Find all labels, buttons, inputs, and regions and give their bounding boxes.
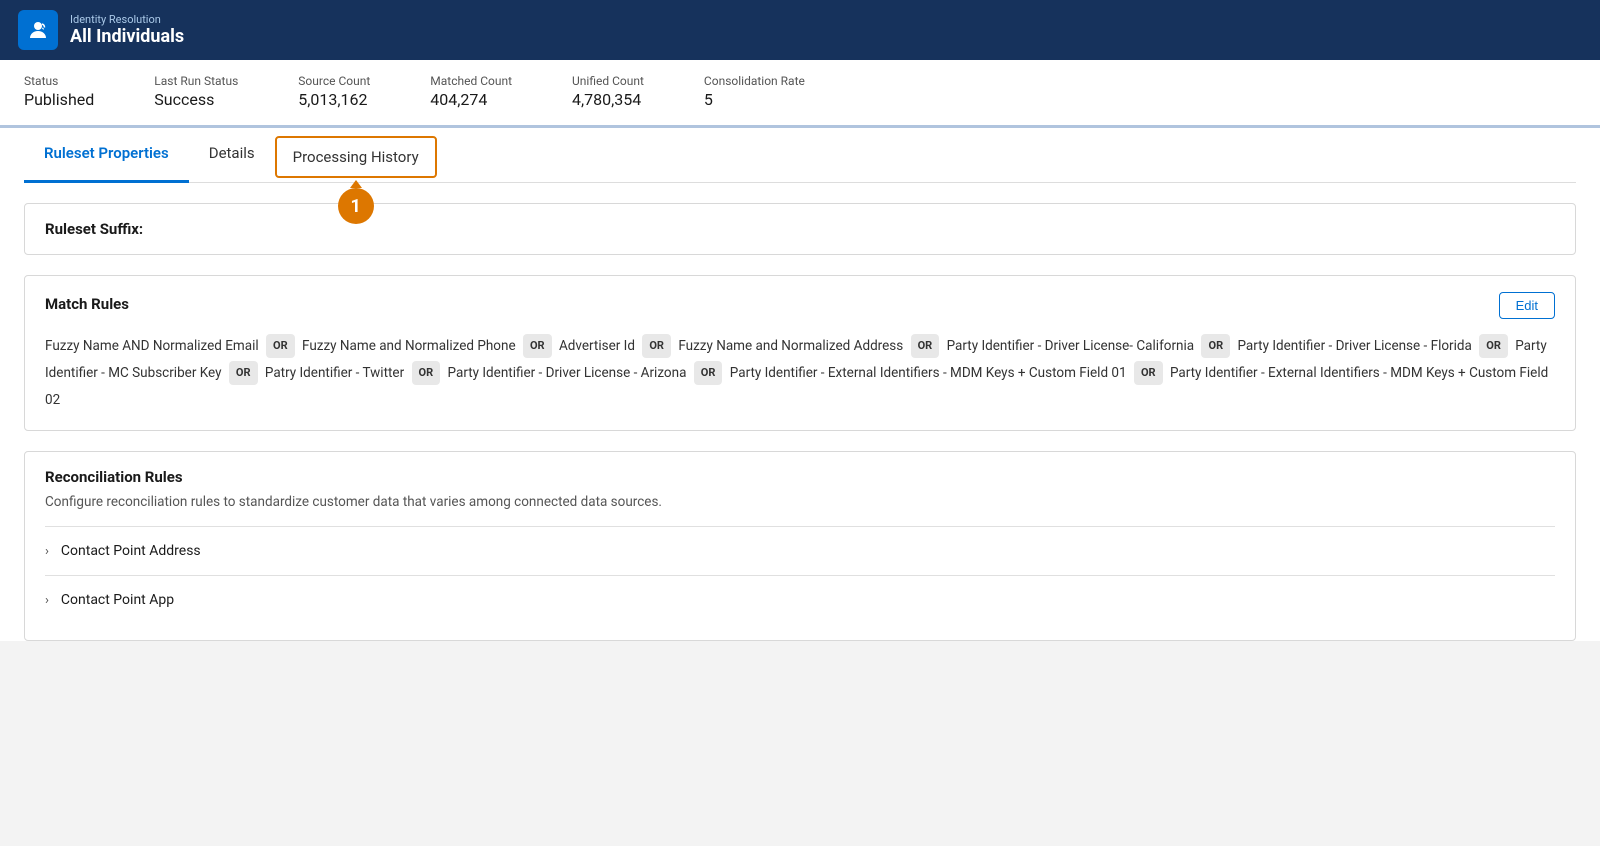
or-badge-8: OR: [694, 361, 723, 385]
stat-matched-count: Matched Count 404,274: [430, 74, 512, 109]
reconciliation-rules-title: Reconciliation Rules: [45, 468, 183, 486]
stat-consolidation-rate: Consolidation Rate 5: [704, 74, 805, 109]
match-rules-title: Match Rules: [45, 295, 129, 313]
rule-text-5: Party Identifier - Driver License - Flor…: [1237, 338, 1471, 354]
tab-processing-history-wrapper: Processing History 1: [275, 128, 437, 182]
stat-consolidation-rate-value: 5: [704, 90, 805, 109]
reconciliation-rules-section: Reconciliation Rules Configure reconcili…: [24, 451, 1576, 641]
stat-unified-count: Unified Count 4,780,354: [572, 74, 644, 109]
or-badge-1: OR: [523, 334, 552, 358]
or-badge-2: OR: [642, 334, 671, 358]
ruleset-suffix-section: Ruleset Suffix:: [24, 203, 1576, 255]
ruleset-suffix-label: Ruleset Suffix:: [45, 220, 143, 238]
stat-last-run-label: Last Run Status: [154, 74, 238, 88]
tab-bar: Ruleset Properties Details Processing Hi…: [24, 128, 1576, 183]
or-badge-0: OR: [266, 334, 295, 358]
stat-source-count: Source Count 5,013,162: [298, 74, 370, 109]
rule-text-7: Patry Identifier - Twitter: [265, 365, 404, 381]
app-header: Identity Resolution All Individuals: [0, 0, 1600, 60]
match-rules-header: Match Rules Edit: [45, 292, 1555, 319]
rule-text-1: Fuzzy Name and Normalized Phone: [302, 338, 516, 354]
or-badge-7: OR: [412, 361, 441, 385]
app-title-block: Identity Resolution All Individuals: [70, 13, 184, 48]
chevron-right-icon: ›: [45, 544, 49, 559]
rule-text-0: Fuzzy Name AND Normalized Email: [45, 338, 259, 354]
or-badge-9: OR: [1134, 361, 1163, 385]
stats-bar: Status Published Last Run Status Success…: [0, 60, 1600, 128]
stat-matched-count-value: 404,274: [430, 90, 512, 109]
match-rules-content: Fuzzy Name AND Normalized Email OR Fuzzy…: [45, 333, 1555, 414]
tab-processing-history[interactable]: Processing History 1: [275, 136, 437, 178]
stat-consolidation-rate-label: Consolidation Rate: [704, 74, 805, 88]
app-subtitle: Identity Resolution: [70, 13, 184, 26]
expandable-contact-point-app[interactable]: › Contact Point App: [45, 575, 1555, 624]
tooltip-number-badge: 1: [338, 188, 374, 224]
or-badge-3: OR: [911, 334, 940, 358]
stat-source-count-value: 5,013,162: [298, 90, 370, 109]
stat-last-run: Last Run Status Success: [154, 74, 238, 109]
stat-unified-count-label: Unified Count: [572, 74, 644, 88]
match-rules-section: Match Rules Edit Fuzzy Name AND Normaliz…: [24, 275, 1576, 431]
stat-unified-count-value: 4,780,354: [572, 90, 644, 109]
or-badge-5: OR: [1479, 334, 1508, 358]
rule-text-8: Party Identifier - Driver License - Ariz…: [448, 365, 687, 381]
contact-point-address-label: Contact Point Address: [61, 543, 201, 559]
rule-text-2: Advertiser Id: [559, 338, 635, 354]
reconciliation-rules-description: Configure reconciliation rules to standa…: [45, 494, 1555, 510]
chevron-right-icon-2: ›: [45, 593, 49, 608]
stat-source-count-label: Source Count: [298, 74, 370, 88]
app-logo: [18, 10, 58, 50]
rule-text-4: Party Identifier - Driver License- Calif…: [947, 338, 1195, 354]
main-content: Ruleset Properties Details Processing Hi…: [0, 128, 1600, 641]
stat-status-value: Published: [24, 90, 94, 109]
or-badge-4: OR: [1201, 334, 1230, 358]
stat-matched-count-label: Matched Count: [430, 74, 512, 88]
identity-icon: [26, 18, 50, 42]
stat-last-run-value: Success: [154, 90, 238, 109]
app-title: All Individuals: [70, 26, 184, 48]
contact-point-app-label: Contact Point App: [61, 592, 174, 608]
rule-text-3: Fuzzy Name and Normalized Address: [678, 338, 903, 354]
stat-status-label: Status: [24, 74, 94, 88]
or-badge-6: OR: [229, 361, 258, 385]
stat-status: Status Published: [24, 74, 94, 109]
edit-button[interactable]: Edit: [1499, 292, 1555, 319]
expandable-contact-point-address[interactable]: › Contact Point Address: [45, 526, 1555, 575]
tab-details[interactable]: Details: [189, 128, 275, 183]
rule-text-9: Party Identifier - External Identifiers …: [730, 365, 1127, 381]
tab-ruleset-properties[interactable]: Ruleset Properties: [24, 128, 189, 183]
